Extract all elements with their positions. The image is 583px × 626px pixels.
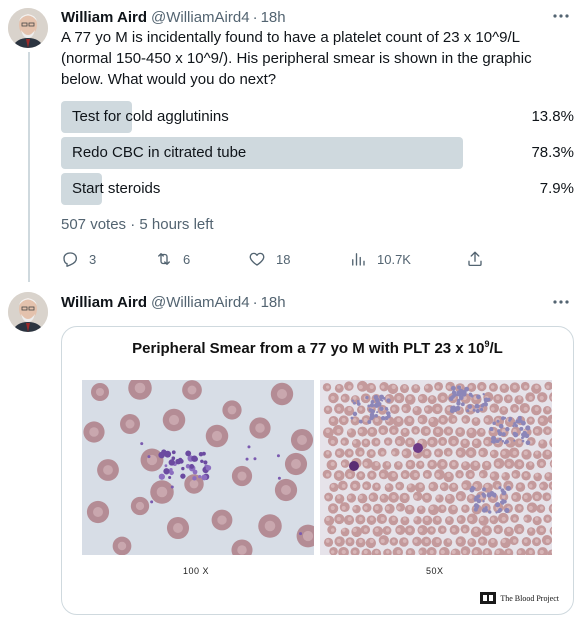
analytics-icon [352,253,365,266]
image-title-text: Peripheral Smear from a 77 yo M with PLT… [132,340,485,357]
retweet-count: 6 [183,251,191,267]
retweet-button[interactable]: 6 [155,249,190,269]
tweet-header: William Aird @WilliamAird4 · 18h [61,291,286,313]
author-handle[interactable]: @WilliamAird4 [151,9,250,26]
tweet-poll[interactable]: William Aird @WilliamAird4 · 18h A 77 yo… [0,0,583,282]
tweet-image[interactable]: William Aird @WilliamAird4 · 18h Periphe… [0,282,583,626]
more-options-icon[interactable] [551,294,571,310]
image-title: Peripheral Smear from a 77 yo M with PLT… [62,339,573,357]
brand-name: The Blood Project [500,593,559,603]
retweet-icon [158,253,170,265]
poll-meta: 507 votes · 5 hours left [61,216,214,233]
like-count: 18 [276,251,291,267]
poll-option-label: Test for cold agglutinins [72,108,229,125]
poll-option[interactable]: Start steroids 7.9% [61,173,574,205]
separator-dot: · [252,8,258,26]
image-title-unit: /L [489,340,503,357]
avatar-image [8,292,48,332]
poll-option-percent: 13.8% [531,108,574,125]
blood-project-logo: The Blood Project [480,592,559,604]
poll-option[interactable]: Test for cold agglutinins 13.8% [61,101,574,133]
views-count: 10.7K [377,251,411,267]
author-name[interactable]: William Aird [61,294,147,311]
poll-option[interactable]: Redo CBC in citrated tube 78.3% [61,137,574,169]
caption-50x: 50X [426,566,444,576]
share-icon [468,251,482,267]
reply-icon [63,252,78,267]
action-bar: 3 6 18 10.7K [61,249,491,269]
poll-option-label: Start steroids [72,180,161,197]
poll: Test for cold agglutinins 13.8% Redo CBC… [61,101,574,209]
poll-option-percent: 7.9% [539,180,574,197]
smear-50x-image [320,380,552,555]
avatar[interactable] [8,292,48,332]
tweet-header: William Aird @WilliamAird4 · 18h [61,6,286,28]
book-icon [480,592,497,604]
separator-dot: · [252,293,258,311]
heart-icon [249,252,265,266]
tweet-text: A 77 yo M is incidentally found to have … [61,29,532,88]
thread-line [28,52,30,282]
poll-option-label: Redo CBC in citrated tube [72,144,247,161]
avatar-image [8,8,48,48]
avatar[interactable] [8,8,48,48]
author-handle[interactable]: @WilliamAird4 [151,294,250,311]
reply-count: 3 [89,251,97,267]
reply-button[interactable]: 3 [61,249,96,269]
timestamp[interactable]: 18h [261,294,286,311]
author-name[interactable]: William Aird [61,9,147,26]
smear-100x-image [82,380,314,555]
views-button[interactable]: 10.7K [349,249,411,269]
timestamp[interactable]: 18h [261,9,286,26]
media-image[interactable]: Peripheral Smear from a 77 yo M with PLT… [61,326,574,615]
share-button[interactable] [466,249,494,269]
more-options-icon[interactable] [551,8,571,24]
poll-option-percent: 78.3% [531,144,574,161]
caption-100x: 100 X [183,566,210,576]
like-button[interactable]: 18 [248,249,290,269]
